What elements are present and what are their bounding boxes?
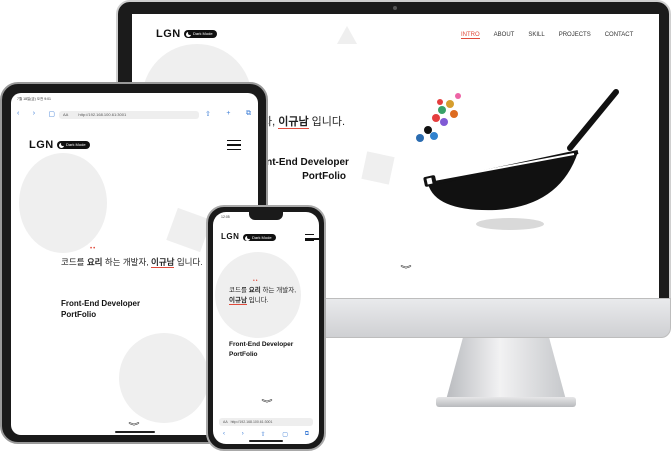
back-icon[interactable]: ‹ <box>223 431 225 438</box>
tablet-tool-buttons: ⇧ + ⧉ <box>205 110 251 118</box>
phone-device: 12:05 LGN Dark Mode •• 코드를 요리 하는 개발자, 이규… <box>206 205 326 451</box>
tablet-status-bar: 7월 18일(금) 오전 9:01 <box>17 97 51 101</box>
logo[interactable]: LGN <box>156 28 181 40</box>
forward-icon[interactable]: › <box>33 110 35 118</box>
home-indicator <box>115 431 155 433</box>
hero-name: 이규남 <box>229 297 247 305</box>
phone-screen: 12:05 LGN Dark Mode •• 코드를 요리 하는 개발자, 이규… <box>213 212 319 444</box>
book-icon[interactable]: ▢ <box>48 110 55 118</box>
phone-url-bar[interactable]: AA http://192.168.100.61:3001 <box>219 418 313 426</box>
hero-role: Front-End Developer PortFolio <box>61 299 141 319</box>
wok-illustration <box>416 89 619 230</box>
tablet-nav-buttons: ‹ › ▢ <box>17 110 55 118</box>
scroll-down-icon[interactable]: ︾ <box>400 264 411 275</box>
book-icon[interactable]: ▢ <box>282 431 288 438</box>
hamburger-menu-icon[interactable] <box>305 234 319 241</box>
accent-dots: •• <box>90 246 97 252</box>
nav-about[interactable]: ABOUT <box>494 32 515 39</box>
hero-headline: 코드를 요리 하는 개발자, 이규남 입니다. <box>61 257 203 268</box>
plus-icon[interactable]: + <box>226 110 230 118</box>
hero-name: 이규남 <box>151 257 175 268</box>
scroll-down-icon[interactable]: ︾ <box>261 398 272 409</box>
forward-icon[interactable]: › <box>242 431 244 438</box>
monitor-stand <box>446 338 566 400</box>
accent-dots: •• <box>253 278 259 284</box>
phone-status-bar: 12:05 <box>221 215 230 219</box>
monitor-base <box>436 397 576 407</box>
tabs-icon[interactable]: ⧉ <box>246 110 251 118</box>
nav-intro[interactable]: INTRO <box>461 32 480 39</box>
tablet-url-bar[interactable]: AA http://192.168.100.61:3001 <box>59 111 199 119</box>
dark-mode-toggle[interactable]: Dark Mode <box>243 234 276 241</box>
hero-role: Front-End Developer PortFolio <box>229 341 294 358</box>
nav-contact[interactable]: CONTACT <box>605 32 634 39</box>
dark-mode-toggle[interactable]: Dark Mode <box>184 30 217 38</box>
phone-notch <box>249 212 283 220</box>
phone-toolbar: ‹ › ⇧ ▢ ⧉ <box>223 431 309 438</box>
bg-triangle <box>337 26 357 44</box>
logo[interactable]: LGN <box>29 139 54 151</box>
hero-headline: 코드를 요리 하는 개발자, 이규남 입니다. <box>229 287 297 305</box>
share-icon[interactable]: ⇧ <box>205 110 211 118</box>
nav-projects[interactable]: PROJECTS <box>559 32 591 39</box>
bg-circle <box>119 333 209 423</box>
hero-name: 이규남 <box>278 116 309 129</box>
bg-circle <box>19 153 107 253</box>
hamburger-menu-icon[interactable] <box>227 140 241 150</box>
home-indicator <box>249 440 283 442</box>
logo[interactable]: LGN <box>221 232 239 241</box>
main-nav: INTRO ABOUT SKILL PROJECTS CONTACT <box>461 32 633 39</box>
bg-square <box>361 151 395 185</box>
hero-headline: 자, 이규남 입니다. <box>262 116 346 129</box>
dark-mode-toggle[interactable]: Dark Mode <box>57 141 90 149</box>
share-icon[interactable]: ⇧ <box>261 431 266 438</box>
back-icon[interactable]: ‹ <box>17 110 19 118</box>
device-mockup-stage: LGN Dark Mode INTRO ABOUT SKILL PROJECTS… <box>0 0 671 451</box>
nav-skill[interactable]: SKILL <box>528 32 544 39</box>
bg-square <box>166 207 212 253</box>
tabs-icon[interactable]: ⧉ <box>305 431 309 438</box>
camera-icon <box>393 6 397 10</box>
